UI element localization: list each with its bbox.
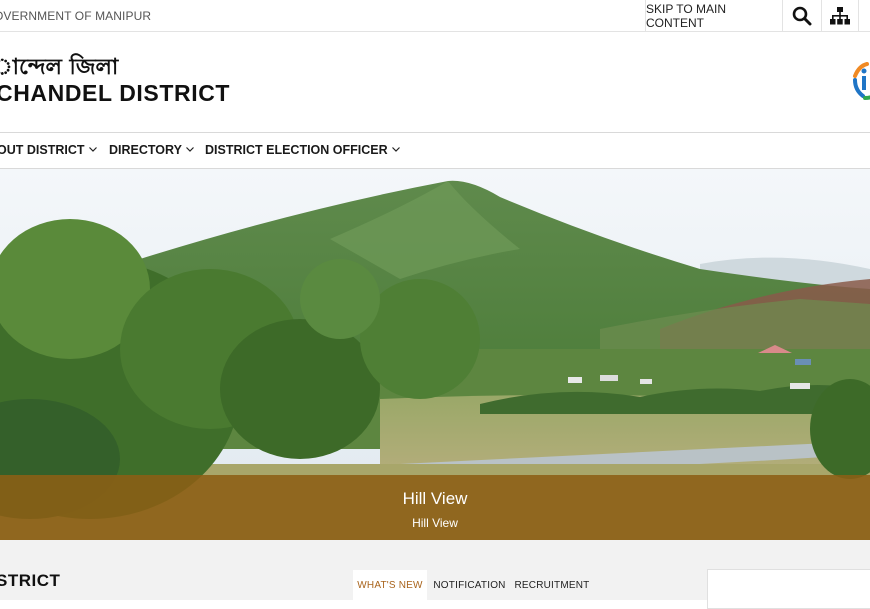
- tab-recruitment[interactable]: RECRUITMENT: [512, 570, 592, 600]
- digital-india-logo-icon: [853, 62, 870, 100]
- banner-title: Hill View: [402, 489, 468, 508]
- search-icon: [792, 6, 812, 26]
- site-header: ান্দেল জিলা CHANDEL DISTRICT: [0, 32, 870, 133]
- district-title[interactable]: CHANDEL DISTRICT: [0, 80, 230, 107]
- hero-banner[interactable]: Hill View Hill View: [0, 169, 870, 540]
- menu-item-label: OUT DISTRICT: [0, 143, 85, 157]
- menu-item-label: DISTRICT ELECTION OFFICER: [205, 143, 388, 157]
- skip-to-main-content-link[interactable]: SKIP TO MAIN CONTENT: [645, 0, 782, 32]
- sitemap-button[interactable]: [821, 0, 859, 32]
- menu-item-label: DIRECTORY: [109, 143, 182, 157]
- chevron-down-icon: [88, 147, 97, 152]
- side-panel: [707, 569, 870, 609]
- menu-item-directory[interactable]: DIRECTORY: [109, 143, 194, 157]
- section-title: STRICT: [0, 571, 61, 590]
- sitemap-icon: [830, 7, 850, 25]
- content-section: STRICT WHAT'S NEW NOTIFICATION RECRUITME…: [0, 540, 870, 609]
- menu-item-about-district[interactable]: OUT DISTRICT: [0, 143, 97, 157]
- banner-caption: Hill View Hill View: [0, 475, 870, 540]
- tab-whats-new[interactable]: WHAT'S NEW: [353, 570, 427, 600]
- tab-notification[interactable]: NOTIFICATION: [431, 570, 508, 600]
- chevron-down-icon: [186, 147, 194, 152]
- menu-item-district-election-officer[interactable]: DISTRICT ELECTION OFFICER: [205, 143, 400, 157]
- top-utility-bar: OVERNMENT OF MANIPUR SKIP TO MAIN CONTEN…: [0, 0, 870, 32]
- chevron-down-icon: [391, 147, 400, 152]
- search-button[interactable]: [782, 0, 821, 32]
- banner-subtitle: Hill View: [412, 516, 458, 530]
- main-navigation: OUT DISTRICT DIRECTORY DISTRICT ELECTION…: [0, 133, 870, 169]
- government-label: OVERNMENT OF MANIPUR: [0, 9, 152, 23]
